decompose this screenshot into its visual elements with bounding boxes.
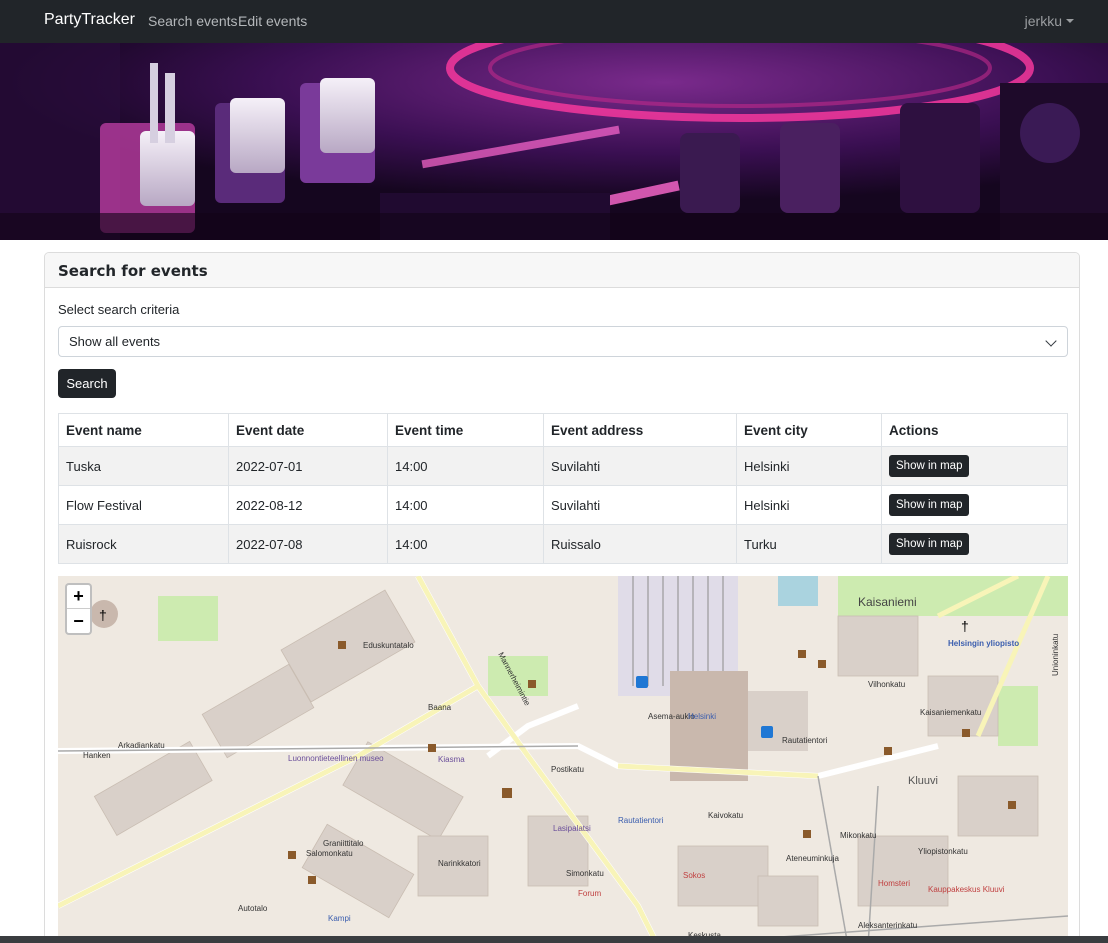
search-button[interactable]: Search — [58, 369, 116, 398]
show-in-map-button[interactable]: Show in map — [889, 533, 970, 555]
map-label-museo: Luonnontieteellinen museo — [288, 754, 384, 763]
column-header-event-address: Event address — [543, 413, 737, 447]
cell-event-city: Helsinki — [736, 446, 882, 486]
cell-event-date: 2022-07-01 — [228, 446, 388, 486]
cell-event-address: Suvilahti — [543, 485, 737, 525]
brand-logo[interactable]: PartyTracker — [44, 11, 135, 29]
user-menu[interactable]: jerkku — [1025, 13, 1074, 29]
search-card: Search for events Select search criteria… — [44, 252, 1080, 943]
event-map[interactable]: † † Eduskuntatalo Asema-aukio Helsinki R… — [58, 576, 1068, 943]
navbar: PartyTracker Search events Edit events j… — [0, 0, 1108, 43]
zoom-out-button[interactable]: − — [67, 609, 90, 633]
table-row: Flow Festival 2022-08-12 14:00 Suvilahti… — [58, 485, 1068, 525]
map-label-rautatientori-street: Rautatientori — [618, 816, 664, 825]
cell-actions: Show in map — [881, 524, 1068, 564]
map-label-vilhonkatu: Vilhonkatu — [868, 680, 905, 689]
table-row: Tuska 2022-07-01 14:00 Suvilahti Helsink… — [58, 446, 1068, 486]
column-header-event-time: Event time — [387, 413, 544, 447]
map-label-sokos: Sokos — [683, 871, 705, 880]
hero-banner — [0, 43, 1108, 240]
cell-event-city: Helsinki — [736, 485, 882, 525]
map-label-rautatientori: Rautatientori — [782, 736, 828, 745]
map-label-autotalo: Autotalo — [238, 904, 268, 913]
map-label-kaisaniemenkatu: Kaisaniemenkatu — [920, 708, 981, 717]
map-label-eduskuntatalo: Eduskuntatalo — [363, 641, 414, 650]
map-label-baana: Baana — [428, 703, 452, 712]
cell-actions: Show in map — [881, 485, 1068, 525]
map-label-lasipalatsi: Lasipalatsi — [553, 824, 591, 833]
chevron-down-icon — [1045, 335, 1057, 347]
column-header-event-city: Event city — [736, 413, 882, 447]
map-label-kaivokatu: Kaivokatu — [708, 811, 743, 820]
cell-event-name: Tuska — [58, 446, 229, 486]
map-label-kaisaniemi: Kaisaniemi — [858, 595, 917, 609]
events-table: Event name Event date Event time Event a… — [58, 413, 1068, 564]
map-label-simonkatu: Simonkatu — [566, 869, 604, 878]
cell-actions: Show in map — [881, 446, 1068, 486]
map-label-unioninkatu: Unioninkatu — [1051, 634, 1060, 676]
select-value: Show all events — [69, 334, 161, 349]
cell-event-date: 2022-08-12 — [228, 485, 388, 525]
map-label-aleksanterinkatu: Aleksanterinkatu — [858, 921, 917, 930]
table-header-row: Event name Event date Event time Event a… — [58, 413, 1068, 447]
nav-link-search-events[interactable]: Search events — [148, 13, 238, 29]
column-header-event-date: Event date — [228, 413, 388, 447]
cell-event-name: Ruisrock — [58, 524, 229, 564]
show-in-map-button[interactable]: Show in map — [889, 455, 970, 477]
map-zoom-control: + − — [65, 583, 92, 635]
cell-event-time: 14:00 — [387, 446, 544, 486]
map-label-narinkkatori: Narinkkatori — [438, 859, 481, 868]
map-label-graniittitalo: Graniittitalo — [323, 839, 364, 848]
map-label-hanken: Hanken — [83, 751, 111, 760]
map-label-mikonkatu: Mikonkatu — [840, 831, 876, 840]
column-header-actions: Actions — [881, 413, 1068, 447]
map-label-kauppakeskus: Kauppakeskus Kluuvi — [928, 885, 1005, 894]
show-in-map-button[interactable]: Show in map — [889, 494, 970, 516]
map-label-yliopistonkatu: Yliopistonkatu — [918, 847, 968, 856]
map-label-homsteri: Homsteri — [878, 879, 910, 888]
map-label-helsinki: Helsinki — [688, 712, 716, 721]
search-criteria-label: Select search criteria — [58, 302, 180, 317]
map-label-kamppi: Kampi — [328, 914, 351, 923]
caret-down-icon — [1066, 19, 1074, 23]
cell-event-time: 14:00 — [387, 485, 544, 525]
cell-event-name: Flow Festival — [58, 485, 229, 525]
map-label-helsingin-yliopisto: Helsingin yliopisto — [948, 639, 1019, 648]
map-label-forum: Forum — [578, 889, 601, 898]
cell-event-date: 2022-07-08 — [228, 524, 388, 564]
zoom-in-button[interactable]: + — [67, 585, 90, 609]
table-row: Ruisrock 2022-07-08 14:00 Ruissalo Turku… — [58, 524, 1068, 564]
svg-text:†: † — [99, 607, 107, 623]
cell-event-address: Suvilahti — [543, 446, 737, 486]
nav-link-edit-events[interactable]: Edit events — [238, 13, 307, 29]
cell-event-time: 14:00 — [387, 524, 544, 564]
svg-text:†: † — [961, 618, 969, 634]
user-name: jerkku — [1024, 13, 1062, 29]
bottom-scroll-bar — [0, 936, 1108, 943]
map-label-ateneuminkuja: Ateneuminkuja — [786, 854, 839, 863]
map-label-postikatu: Postikatu — [551, 765, 584, 774]
cell-event-address: Ruissalo — [543, 524, 737, 564]
map-label-kiasma: Kiasma — [438, 755, 465, 764]
map-label-kluuvi: Kluuvi — [908, 775, 938, 787]
cell-event-city: Turku — [736, 524, 882, 564]
map-label-arkadiankatu: Arkadiankatu — [118, 741, 165, 750]
card-title: Search for events — [45, 253, 1079, 288]
map-label-salomonkatu: Salomonkatu — [306, 849, 353, 858]
search-criteria-select[interactable]: Show all events — [58, 326, 1068, 357]
column-header-event-name: Event name — [58, 413, 229, 447]
